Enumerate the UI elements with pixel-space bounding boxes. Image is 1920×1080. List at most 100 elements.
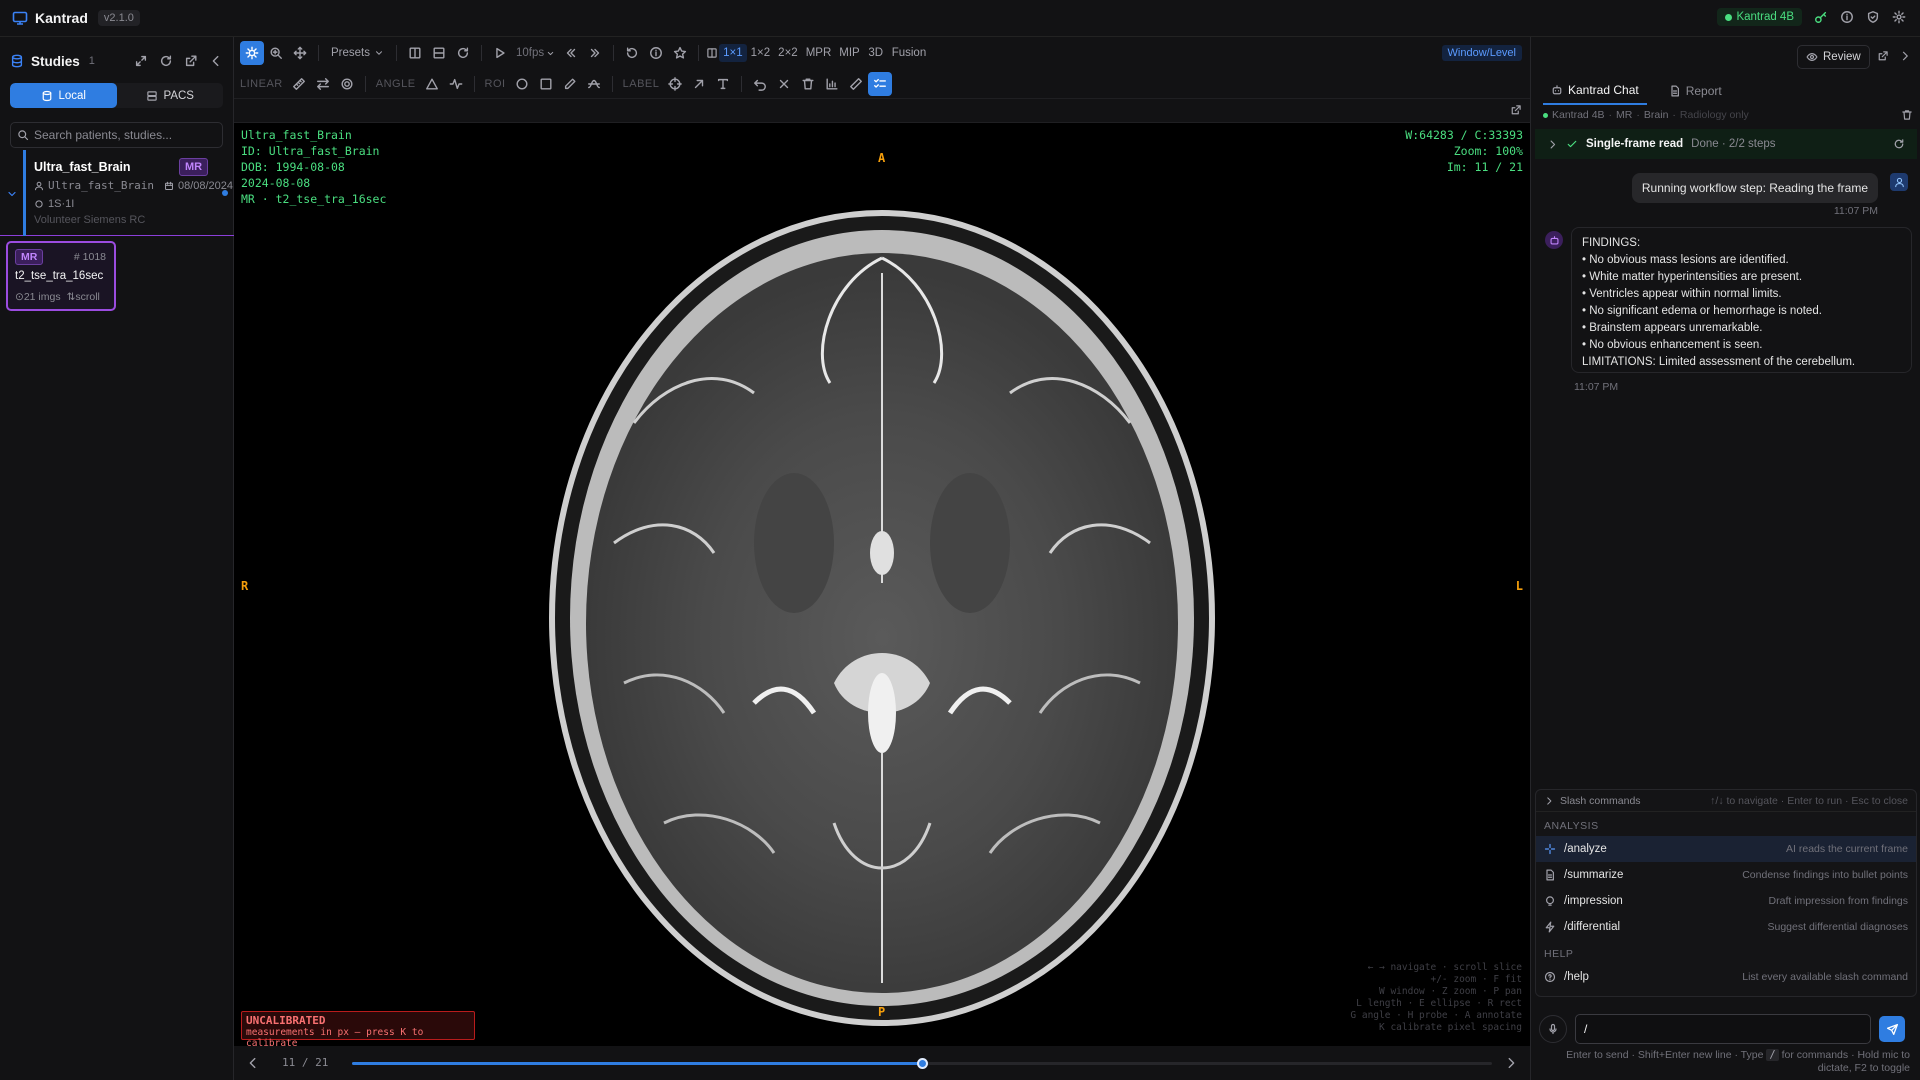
window-level-tool[interactable] bbox=[240, 41, 264, 65]
angle-tool[interactable] bbox=[420, 72, 444, 96]
hint-part: dictate, F2 to toggle bbox=[1817, 1062, 1910, 1074]
next-frame-button[interactable] bbox=[583, 41, 607, 65]
layout-3d[interactable]: 3D bbox=[864, 41, 888, 65]
spline-tool[interactable] bbox=[582, 72, 606, 96]
info-button[interactable] bbox=[644, 41, 668, 65]
chevron-left-icon[interactable] bbox=[246, 1056, 260, 1070]
collapse-sidebar-icon[interactable] bbox=[209, 54, 223, 68]
assistant-avatar bbox=[1545, 231, 1563, 249]
reset-tool[interactable] bbox=[451, 41, 475, 65]
layout-mip[interactable]: MIP bbox=[835, 41, 863, 65]
clear-button[interactable] bbox=[772, 72, 796, 96]
composer-hint: Enter to send · Shift+Enter new line · T… bbox=[1540, 1049, 1910, 1075]
cobb-angle-tool[interactable] bbox=[444, 72, 468, 96]
text-tool[interactable] bbox=[711, 72, 735, 96]
info-icon[interactable] bbox=[1840, 10, 1854, 24]
overlay-line: ID: Ultra_fast_Brain bbox=[241, 144, 380, 158]
external-link-icon[interactable] bbox=[1510, 104, 1522, 116]
fps-dropdown[interactable]: 10fps bbox=[512, 41, 559, 65]
layout-1x1[interactable]: 1×1 bbox=[719, 44, 747, 62]
modality-badge: MR bbox=[179, 158, 209, 176]
shortcut-line: K calibrate pixel spacing bbox=[1379, 1022, 1522, 1033]
layout-1x2[interactable]: 1×2 bbox=[747, 41, 775, 65]
key-icon[interactable] bbox=[1814, 10, 1828, 24]
send-button[interactable] bbox=[1879, 1016, 1905, 1042]
chevron-right-icon[interactable] bbox=[1899, 50, 1911, 62]
zoom-tool[interactable] bbox=[264, 41, 288, 65]
uncalibrated-warning[interactable]: UNCALIBRATED measurements in px — press … bbox=[241, 1011, 475, 1046]
rectangle-tool[interactable] bbox=[534, 72, 558, 96]
command-analyze[interactable]: /analyze AI reads the current frame bbox=[1536, 836, 1916, 862]
ellipse-tool[interactable] bbox=[510, 72, 534, 96]
workflow-status[interactable]: Single-frame read Done · 2/2 steps bbox=[1535, 129, 1917, 159]
study-count: 1 bbox=[88, 55, 95, 67]
search-input[interactable] bbox=[34, 128, 214, 142]
pan-tool[interactable] bbox=[288, 41, 312, 65]
tab-chat-label: Kantrad Chat bbox=[1568, 83, 1639, 97]
mic-button[interactable] bbox=[1539, 1015, 1567, 1043]
layout-2x2[interactable]: 2×2 bbox=[774, 41, 802, 65]
checklist-button[interactable] bbox=[868, 71, 893, 96]
arrow-annotate-tool[interactable] bbox=[687, 72, 711, 96]
spline-icon bbox=[587, 79, 600, 88]
command-desc: Condense findings into bullet points bbox=[1742, 869, 1908, 881]
delete-button[interactable] bbox=[796, 72, 820, 96]
bidirectional-tool[interactable] bbox=[311, 72, 335, 96]
external-link-icon[interactable] bbox=[184, 54, 198, 68]
study-item[interactable]: Ultra_fast_Brain MR Ultra_fast_Brain 08/… bbox=[0, 150, 234, 236]
group-label-roi: ROI bbox=[484, 77, 506, 90]
tab-report[interactable]: Report bbox=[1661, 77, 1730, 105]
image-viewport[interactable]: Ultra_fast_Brain ID: Ultra_fast_Brain DO… bbox=[234, 123, 1530, 1046]
command-summarize[interactable]: /summarize Condense findings into bullet… bbox=[1536, 862, 1916, 888]
rotate-button[interactable] bbox=[620, 41, 644, 65]
favorite-button[interactable] bbox=[668, 41, 692, 65]
arrows-left-right-icon bbox=[316, 77, 329, 90]
chat-input[interactable] bbox=[1575, 1014, 1871, 1044]
expand-icon[interactable] bbox=[134, 54, 148, 68]
trash-icon[interactable] bbox=[1901, 109, 1913, 121]
flip-tool[interactable] bbox=[403, 41, 427, 65]
chat-composer bbox=[1535, 1011, 1917, 1047]
play-icon bbox=[496, 47, 505, 59]
slice-thumb[interactable] bbox=[917, 1058, 928, 1069]
command-help[interactable]: /help List every available slash command bbox=[1536, 964, 1916, 990]
slash-hint: ↑/↓ to navigate · Enter to run · Esc to … bbox=[1710, 794, 1908, 807]
viewer-toolbar: Presets 10fps 1×1 1×2 2×2 MPR MIP 3D Fus… bbox=[234, 37, 1530, 69]
layout-mpr[interactable]: MPR bbox=[802, 41, 836, 65]
command-desc: Suggest differential diagnoses bbox=[1767, 921, 1909, 933]
layout-fusion[interactable]: Fusion bbox=[888, 41, 931, 65]
series-thumbnail[interactable]: MR # 1018 t2_tse_tra_16sec ⊙21 imgs ⇅scr… bbox=[6, 241, 116, 311]
command-differential[interactable]: /differential Suggest differential diagn… bbox=[1536, 914, 1916, 940]
presets-dropdown[interactable]: Presets bbox=[325, 41, 390, 65]
review-button[interactable]: Review bbox=[1797, 45, 1870, 69]
gear-icon[interactable] bbox=[1892, 10, 1906, 24]
chevron-down-icon[interactable] bbox=[6, 188, 18, 200]
crosshair-tool[interactable] bbox=[663, 72, 687, 96]
invert-tool[interactable] bbox=[427, 41, 451, 65]
tab-local[interactable]: Local bbox=[10, 83, 117, 108]
play-button[interactable] bbox=[488, 41, 512, 65]
refresh-icon[interactable] bbox=[159, 54, 173, 68]
histogram-button[interactable] bbox=[820, 72, 844, 96]
external-link-icon[interactable] bbox=[1877, 50, 1889, 62]
model-status-badge[interactable]: Kantrad 4B bbox=[1717, 8, 1802, 26]
command-name: /differential bbox=[1564, 921, 1621, 933]
tab-kantrad-chat[interactable]: Kantrad Chat bbox=[1543, 77, 1647, 105]
active-tool-badge: Window/Level bbox=[1441, 45, 1522, 61]
chevron-right-icon[interactable] bbox=[1504, 1056, 1518, 1070]
freehand-tool[interactable] bbox=[558, 72, 582, 96]
shield-icon[interactable] bbox=[1866, 10, 1880, 24]
series-name: t2_tse_tra_16sec bbox=[15, 270, 104, 282]
probe-tool[interactable] bbox=[335, 72, 359, 96]
institution: Volunteer Siemens RC bbox=[34, 214, 146, 226]
prev-frame-button[interactable] bbox=[559, 41, 583, 65]
tab-pacs[interactable]: PACS bbox=[117, 83, 224, 108]
refresh-icon[interactable] bbox=[1893, 138, 1905, 150]
undo-button[interactable] bbox=[748, 72, 772, 96]
slice-track[interactable] bbox=[352, 1058, 1492, 1069]
invert-icon bbox=[433, 47, 445, 59]
calibrate-button[interactable] bbox=[844, 72, 868, 96]
ruler-tool[interactable] bbox=[287, 72, 311, 96]
command-impression[interactable]: /impression Draft impression from findin… bbox=[1536, 888, 1916, 914]
fps-label: 10fps bbox=[516, 47, 545, 59]
